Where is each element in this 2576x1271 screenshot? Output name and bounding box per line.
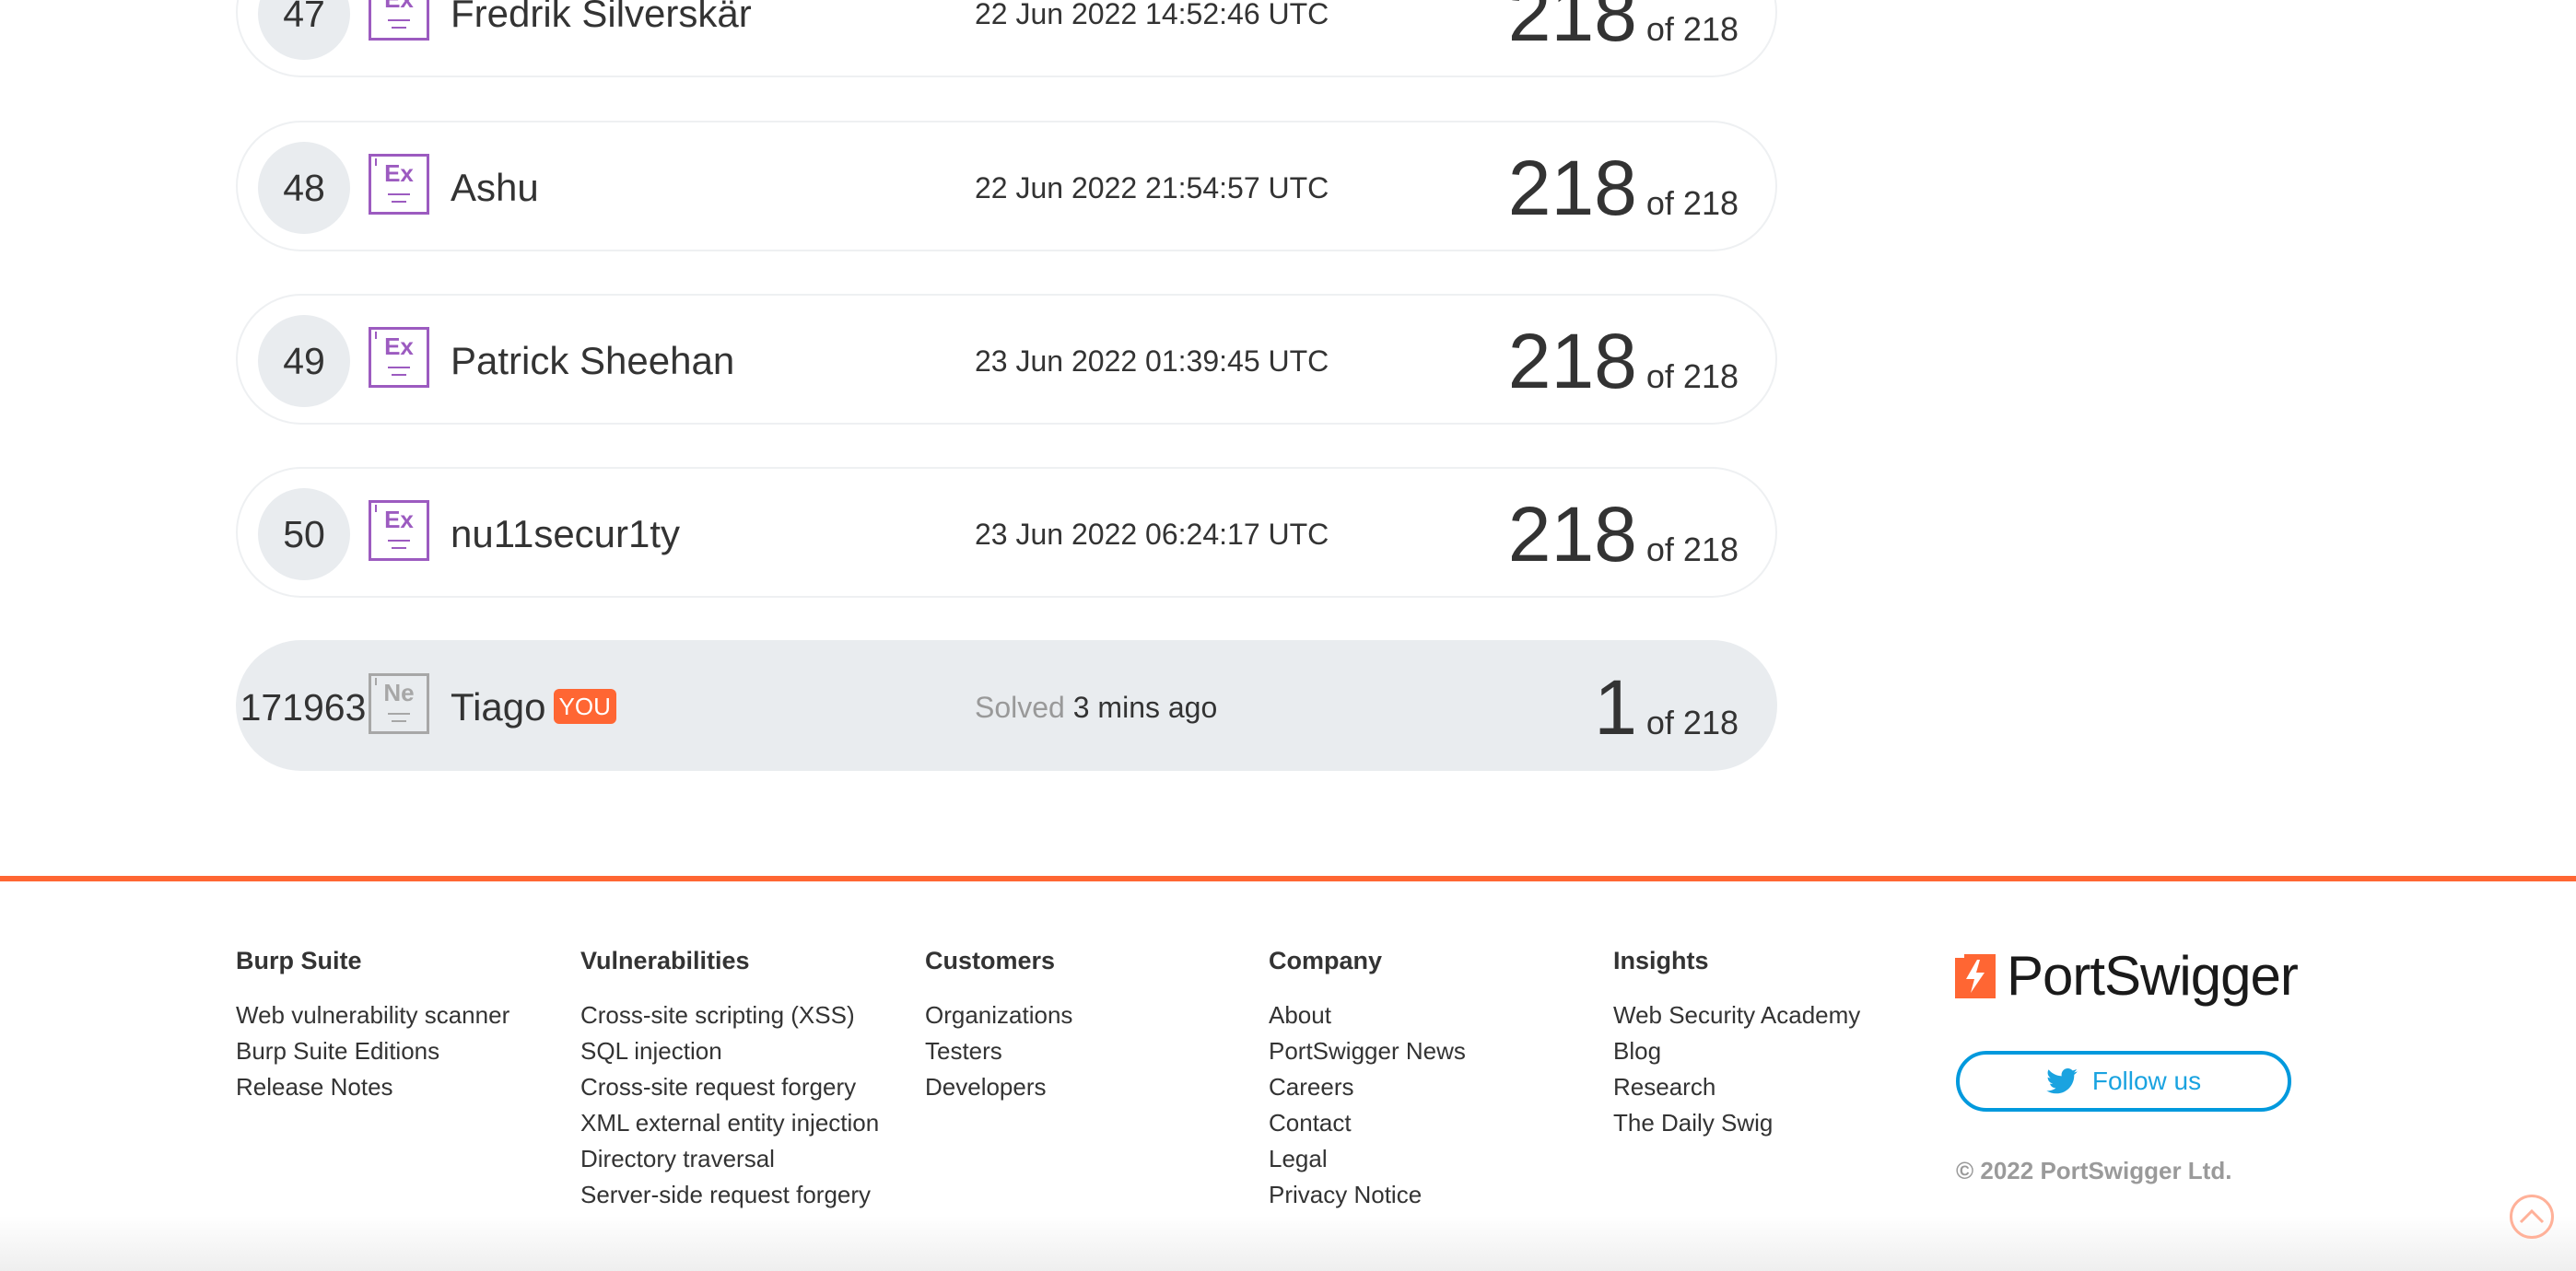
user-name: Ashu xyxy=(451,166,539,209)
score-value: 1 xyxy=(1594,664,1637,751)
solved-date: 22 Jun 2022 14:52:46 UTC xyxy=(975,0,1329,30)
follow-us-label: Follow us xyxy=(2091,1067,2202,1095)
score-total: of 218 xyxy=(1645,184,1739,222)
footer-link[interactable]: Legal xyxy=(1269,1141,1466,1177)
score: 218 of 218 xyxy=(1508,491,1739,577)
footer-link[interactable]: Cross-site request forgery xyxy=(580,1069,879,1105)
score-value: 218 xyxy=(1507,491,1637,577)
score-total: of 218 xyxy=(1645,531,1739,568)
twitter-icon xyxy=(2046,1068,2078,1094)
solved-time: 3 mins ago xyxy=(1072,691,1218,724)
footer-link[interactable]: Privacy Notice xyxy=(1269,1177,1466,1213)
footer-link[interactable]: About xyxy=(1269,997,1466,1033)
rank-number: 49 xyxy=(258,315,350,407)
leaderboard-row: 47 Ex Fredrik Silverskär 22 Jun 2022 14:… xyxy=(236,0,1777,77)
footer-link[interactable]: Web Security Academy xyxy=(1613,997,1860,1033)
footer-link[interactable]: Organizations xyxy=(925,997,1072,1033)
solved-date: 22 Jun 2022 21:54:57 UTC xyxy=(975,171,1329,204)
portswigger-logo[interactable]: PortSwigger xyxy=(1955,945,2299,1007)
level-badge-icon: Ex xyxy=(369,500,429,561)
score: 218 of 218 xyxy=(1508,318,1739,404)
score-value: 218 xyxy=(1507,318,1637,404)
footer-link[interactable]: Testers xyxy=(925,1033,1072,1069)
footer-column-insights: Insights Web Security Academy Blog Resea… xyxy=(1613,944,1860,1141)
current-user-row: 171963 Ne Tiago YOU Solved 3 mins ago 1 of… xyxy=(236,640,1777,771)
footer-link[interactable]: Cross-site scripting (XSS) xyxy=(580,997,879,1033)
footer-column-burp-suite: Burp Suite Web vulnerability scanner Bur… xyxy=(236,944,509,1105)
back-to-top-button[interactable] xyxy=(2510,1195,2554,1239)
level-badge-icon: Ex xyxy=(369,0,429,41)
footer-column-title: Company xyxy=(1269,947,1383,974)
footer-link[interactable]: Careers xyxy=(1269,1069,1466,1105)
user-name: nu11secur1ty xyxy=(451,512,681,555)
user-name: Fredrik Silverskär xyxy=(451,0,752,35)
user-name-text: Tiago xyxy=(451,685,546,729)
follow-us-button[interactable]: Follow us xyxy=(1956,1051,2291,1112)
score: 218 of 218 xyxy=(1508,0,1739,57)
score: 1 of 218 xyxy=(1594,664,1739,751)
footer: Burp Suite Web vulnerability scanner Bur… xyxy=(0,881,2576,1271)
leaderboard-row: 48 Ex Ashu 22 Jun 2022 21:54:57 UTC 218 o… xyxy=(236,121,1777,251)
footer-link[interactable]: PortSwigger News xyxy=(1269,1033,1466,1069)
footer-link[interactable]: Web vulnerability scanner xyxy=(236,997,509,1033)
user-name: Tiago YOU xyxy=(451,682,616,733)
portswigger-logo-icon xyxy=(1955,954,1996,998)
chevron-up-icon xyxy=(2519,1208,2545,1224)
footer-link[interactable]: Developers xyxy=(925,1069,1072,1105)
copyright: © 2022 PortSwigger Ltd. xyxy=(1956,1157,2232,1184)
footer-link[interactable]: Server-side request forgery xyxy=(580,1177,879,1213)
score-value: 218 xyxy=(1507,0,1637,57)
rank-number: 50 xyxy=(258,488,350,580)
footer-column-vulnerabilities: Vulnerabilities Cross-site scripting (XS… xyxy=(580,944,879,1213)
footer-link[interactable]: Blog xyxy=(1613,1033,1860,1069)
footer-column-title: Customers xyxy=(925,947,1056,974)
brand-name: PortSwigger xyxy=(2007,945,2299,1007)
rank-number: 171963 xyxy=(240,685,367,729)
score-total: of 218 xyxy=(1645,704,1739,741)
footer-column-title: Burp Suite xyxy=(236,947,362,974)
you-badge: YOU xyxy=(553,689,616,724)
solved-label: Solved xyxy=(975,691,1065,724)
solved-date: 23 Jun 2022 01:39:45 UTC xyxy=(975,344,1329,378)
footer-link[interactable]: Research xyxy=(1613,1069,1860,1105)
solved-status: Solved 3 mins ago xyxy=(975,688,1217,727)
score-value: 218 xyxy=(1507,145,1637,231)
footer-link[interactable]: Release Notes xyxy=(236,1069,509,1105)
rank-number: 48 xyxy=(258,142,350,234)
footer-link[interactable]: Contact xyxy=(1269,1105,1466,1141)
solved-date: 23 Jun 2022 06:24:17 UTC xyxy=(975,518,1329,551)
rank-number: 47 xyxy=(258,0,350,60)
footer-column-title: Vulnerabilities xyxy=(580,947,750,974)
footer-link[interactable]: XML external entity injection xyxy=(580,1105,879,1141)
footer-column-customers: Customers Organizations Testers Develope… xyxy=(925,944,1072,1105)
user-name: Patrick Sheehan xyxy=(451,339,735,382)
footer-link[interactable]: Directory traversal xyxy=(580,1141,879,1177)
footer-link[interactable]: The Daily Swig xyxy=(1613,1105,1860,1141)
score: 218 of 218 xyxy=(1508,145,1739,231)
footer-link[interactable]: Burp Suite Editions xyxy=(236,1033,509,1069)
footer-column-title: Insights xyxy=(1613,947,1709,974)
leaderboard-row: 49 Ex Patrick Sheehan 23 Jun 2022 01:39:… xyxy=(236,294,1777,425)
score-total: of 218 xyxy=(1645,10,1739,48)
level-badge-icon: Ex xyxy=(369,327,429,388)
footer-column-company: Company About PortSwigger News Careers C… xyxy=(1269,944,1466,1213)
level-badge-icon: Ex xyxy=(369,154,429,215)
leaderboard-row: 50 Ex nu11secur1ty 23 Jun 2022 06:24:17 … xyxy=(236,467,1777,598)
score-total: of 218 xyxy=(1645,357,1739,395)
level-badge-icon: Ne xyxy=(369,673,429,734)
footer-link[interactable]: SQL injection xyxy=(580,1033,879,1069)
